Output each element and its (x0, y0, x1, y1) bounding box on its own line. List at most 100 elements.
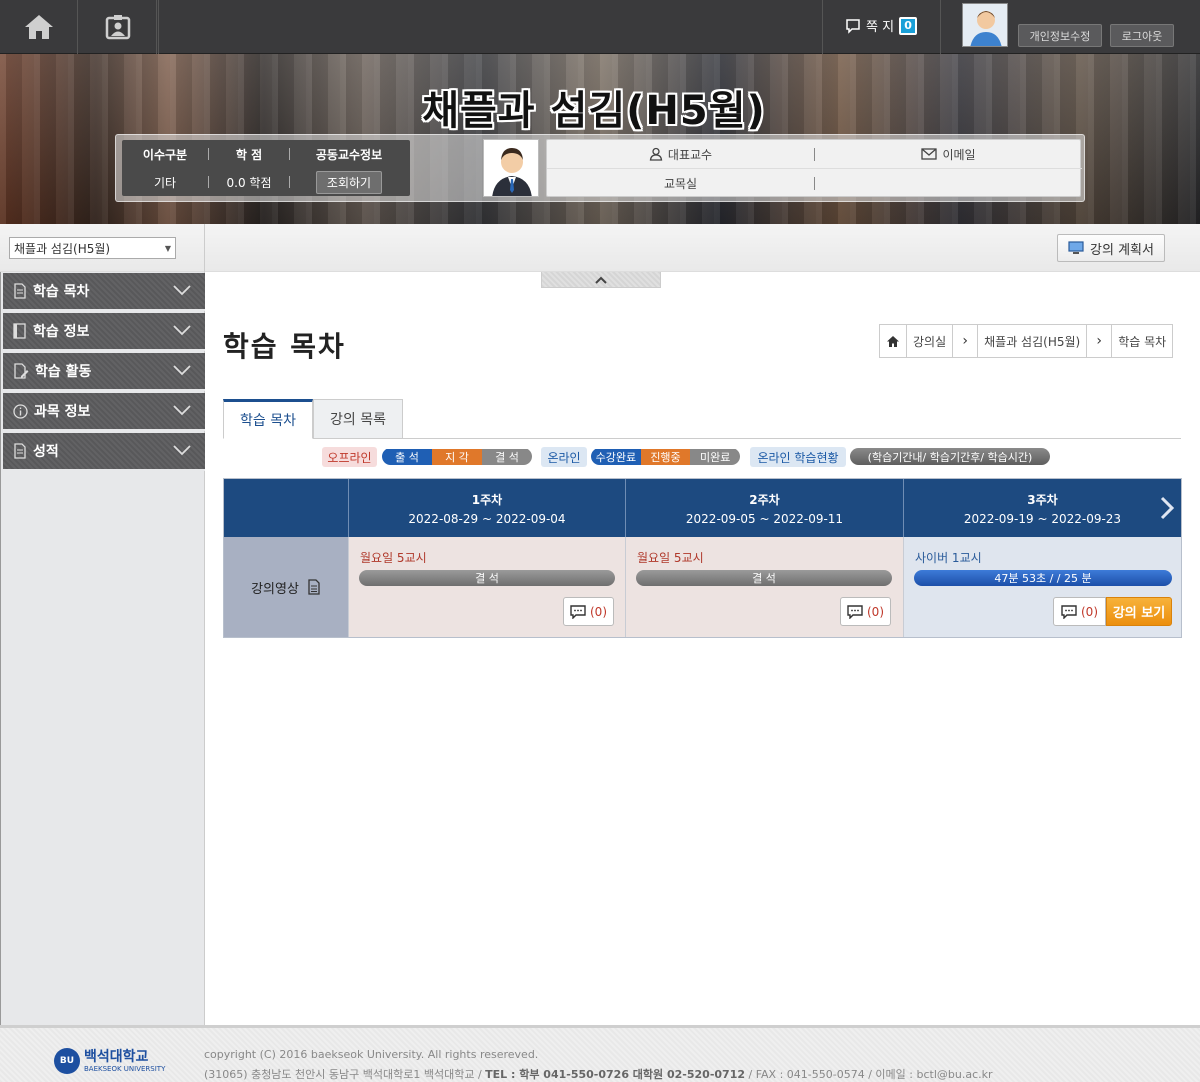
comment-icon (1061, 604, 1077, 619)
week-header: 1주차 2022-08-29 ~ 2022-09-04 (348, 479, 625, 537)
lecture-cell: 월요일 5교시 결 석 (0) (348, 537, 625, 637)
home-icon (24, 15, 53, 39)
legend-attend: 출 석 (382, 448, 432, 465)
monitor-icon (1068, 241, 1084, 254)
lecture-cell: 사이버 1교시 47분 53초 / / 25 분 (0) 강의 보기 (903, 537, 1181, 637)
email-cell: 이메일 (815, 146, 1082, 163)
breadcrumb-current: 학습 목차 (1118, 334, 1167, 349)
divider (158, 0, 159, 54)
envelope-icon (921, 148, 938, 160)
tab-learning-contents[interactable]: 학습 목차 (223, 399, 313, 439)
chevron-up-icon (595, 276, 607, 284)
sidebar: 학습 목차 학습 정보 학습 활동 과목 정보 성적 (0, 272, 205, 1026)
dropdown-arrow-icon: ▼ (164, 243, 171, 253)
comment-icon (847, 604, 863, 619)
sidebar-item-course-info[interactable]: 과목 정보 (3, 393, 205, 431)
comment-button[interactable]: (0) (1053, 597, 1106, 626)
address: (31065) 충청남도 천안시 동남구 백석대학로1 백석대학교 / (204, 1068, 486, 1081)
logo-korean: 백석대학교 (84, 1048, 149, 1065)
university-seal-icon: BU (54, 1048, 80, 1074)
info-value-row: 기타 0.0 학점 조회하기 (122, 168, 410, 196)
chevron-right-icon (1160, 496, 1175, 520)
chevron-down-icon (173, 365, 191, 376)
week-range: 2022-08-29 ~ 2022-09-04 (408, 511, 566, 526)
home-button[interactable] (0, 0, 78, 54)
course-info-panel: 이수구분 학 점 공동교수정보 기타 0.0 학점 조회하기 대표교수 이메일 … (115, 134, 1085, 202)
profile-card-button[interactable] (79, 0, 157, 54)
lecture-session: 월요일 5교시 (637, 551, 704, 565)
credit-value: 0.0 학점 (226, 175, 272, 190)
comment-button[interactable]: (0) (840, 597, 891, 626)
address-text: (31065) 충청남도 천안시 동남구 백석대학로1 백석대학교 / TEL … (204, 1066, 993, 1082)
week-title: 3주차 (1027, 492, 1058, 507)
week-range: 2022-09-19 ~ 2022-09-23 (963, 511, 1122, 526)
credit-type-value: 기타 (153, 175, 177, 190)
logout-button[interactable]: 로그아웃 (1110, 24, 1174, 47)
attendance-bar: 결 석 (636, 570, 892, 586)
comment-count: (0) (867, 604, 884, 619)
watch-lecture-button[interactable]: 강의 보기 (1106, 597, 1172, 626)
breadcrumb-home[interactable] (880, 325, 907, 357)
legend-in-progress: 진행중 (640, 448, 691, 465)
status-legend: 오프라인 출 석 지 각 결 석 온라인 수강완료 진행중 미완료 온라인 학습… (0, 447, 1200, 467)
avatar[interactable] (962, 3, 1008, 47)
breadcrumb-classroom[interactable]: 강의실 (907, 325, 952, 357)
row-label-text: 강의영상 (251, 581, 299, 597)
divider (814, 177, 815, 190)
next-week-button[interactable] (1159, 496, 1175, 523)
chevron-down-icon (173, 405, 191, 416)
sidebar-item-learning-info[interactable]: 학습 정보 (3, 313, 205, 351)
document-icon (308, 579, 320, 595)
legend-online-group: 수강완료 진행중 미완료 (591, 448, 740, 465)
professor-icon (649, 147, 663, 161)
tel-info: TEL : 학부 041-550-0726 대학원 02-520-0712 (485, 1068, 746, 1081)
co-professor-header: 공동교수정보 (315, 147, 383, 162)
page-title: 학습 목차 (223, 330, 346, 363)
syllabus-button[interactable]: 강의 계획서 (1057, 234, 1165, 262)
university-logo: BU 백석대학교 BAEKSEOK UNIVERSITY (54, 1048, 165, 1074)
divider (204, 224, 205, 272)
chat-icon (846, 18, 860, 34)
sidebar-item-learning-contents[interactable]: 학습 목차 (3, 273, 205, 311)
sidebar-item-learning-activity[interactable]: 학습 활동 (3, 353, 205, 391)
legend-absent: 결 석 (482, 448, 532, 465)
course-banner: 채플과 섬김(H5월) 이수구분 학 점 공동교수정보 기타 0.0 학점 조회… (0, 54, 1200, 224)
professor-info: 대표교수 이메일 교목실 (546, 139, 1082, 197)
progress-bar: 47분 53초 / / 25 분 (914, 570, 1172, 586)
message-link[interactable]: 쪽 지 0 (845, 16, 918, 35)
course-select-value: 채플과 섬김(H5월) (14, 241, 111, 256)
fax-email: / FAX : 041-550-0574 / 이메일 : bctl@bu.ac.… (745, 1068, 993, 1081)
rep-professor-label: 대표교수 (667, 147, 713, 162)
home-icon (887, 335, 899, 347)
course-select[interactable]: 채플과 섬김(H5월) ▼ (9, 237, 176, 259)
chevron-down-icon (173, 285, 191, 296)
top-bar: 쪽 지 0 개인정보수정 로그아웃 (0, 0, 1200, 54)
breadcrumb-course[interactable]: 채플과 섬김(H5월) (978, 325, 1086, 357)
collapse-header-button[interactable] (541, 272, 661, 288)
legend-online-status: 온라인 학습현황 (750, 447, 846, 467)
professor-avatar-icon (484, 140, 538, 196)
book-icon (13, 323, 26, 339)
lecture-session: 사이버 1교시 (915, 551, 982, 565)
tab-lecture-list[interactable]: 강의 목록 (313, 399, 403, 439)
footer: BU 백석대학교 BAEKSEOK UNIVERSITY copyright (… (0, 1025, 1200, 1082)
legend-incomplete: 미완료 (690, 448, 740, 465)
course-title: 채플과 섬김(H5월) (422, 88, 766, 134)
credit-header: 학 점 (235, 147, 263, 162)
query-button[interactable]: 조회하기 (315, 170, 383, 194)
divider (940, 0, 941, 54)
edit-document-icon (14, 363, 29, 379)
edit-profile-button[interactable]: 개인정보수정 (1018, 24, 1102, 47)
course-info-table: 이수구분 학 점 공동교수정보 기타 0.0 학점 조회하기 (122, 140, 410, 196)
legend-offline: 오프라인 (322, 447, 377, 467)
info-icon (13, 403, 28, 419)
week-header: 3주차 2022-09-19 ~ 2022-09-23 (903, 479, 1181, 537)
professor-name: 교목실 (663, 177, 698, 191)
sidebar-item-label: 학습 정보 (33, 324, 90, 340)
sidebar-item-label: 과목 정보 (34, 404, 91, 420)
breadcrumb: 강의실 › 채플과 섬김(H5월) › 학습 목차 (879, 324, 1174, 358)
comment-button[interactable]: (0) (563, 597, 614, 626)
legend-complete: 수강완료 (591, 448, 641, 465)
legend-attendance-group: 출 석 지 각 결 석 (382, 448, 532, 465)
legend-late: 지 각 (432, 448, 482, 465)
